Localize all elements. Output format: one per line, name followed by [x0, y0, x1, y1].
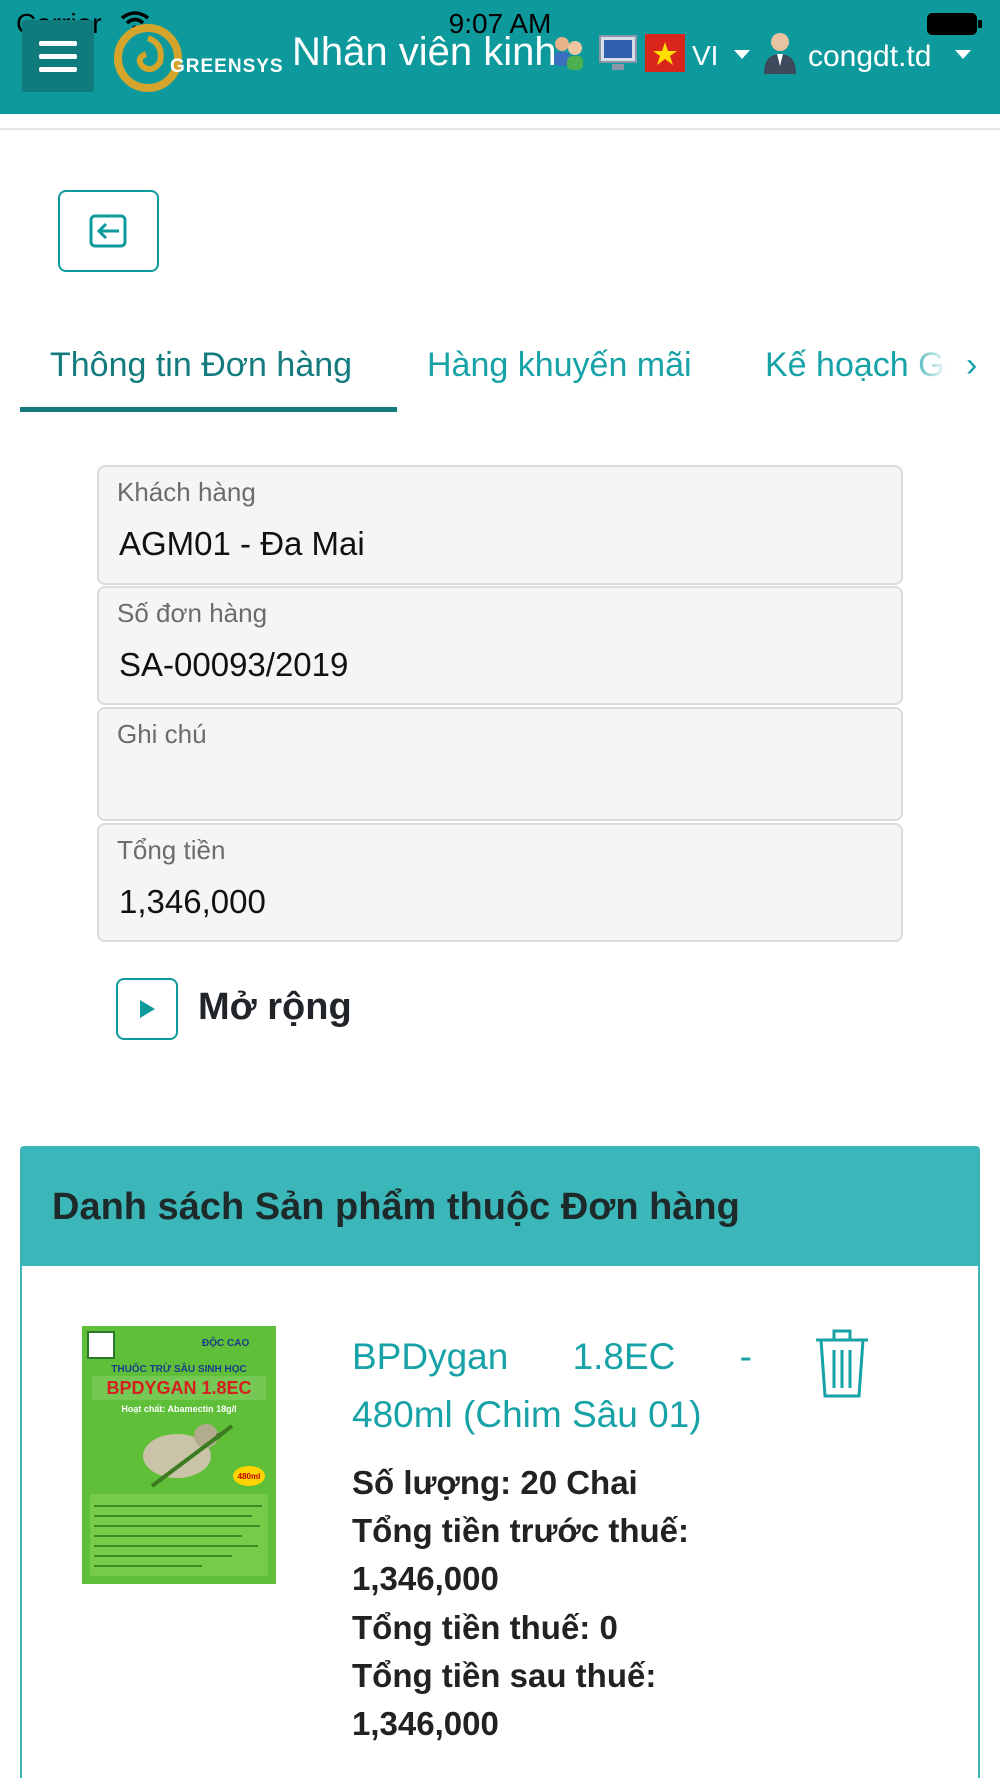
product-name-part-3: - [739, 1336, 752, 1377]
product-list-title: Danh sách Sản phẩm thuộc Đơn hàng [52, 1186, 740, 1228]
product-pretax-label: Tổng tiền trước thuế: [352, 1512, 689, 1549]
product-name-line-2: 480ml (Chim Sâu 01) [352, 1394, 702, 1435]
customer-field[interactable]: Khách hàng AGM01 - Đa Mai [97, 465, 903, 585]
product-quantity: Số lượng: 20 Chai [352, 1464, 638, 1501]
product-tax: Tổng tiền thuế: 0 [352, 1609, 618, 1646]
product-aftertax-value: 1,346,000 [352, 1705, 499, 1742]
back-button[interactable] [58, 190, 159, 272]
product-name[interactable]: BPDygan 1.8EC - 480ml (Chim Sâu 01) [352, 1328, 752, 1444]
total-field[interactable]: Tổng tiền 1,346,000 [97, 823, 903, 942]
product-list-panel: Danh sách Sản phẩm thuộc Đơn hàng ĐỘC CA… [20, 1146, 980, 1778]
monitor-icon[interactable] [598, 34, 638, 74]
battery-icon [927, 13, 982, 35]
image-volume: 480ml [238, 1472, 261, 1481]
tab-fade [906, 330, 966, 390]
username-label[interactable]: congdt.td [808, 40, 931, 74]
product-aftertax-label: Tổng tiền sau thuế: [352, 1657, 657, 1694]
language-label[interactable]: VI [692, 40, 718, 72]
image-ingredient: Hoạt chất: Abamectin 18g/l [121, 1404, 236, 1414]
total-label: Tổng tiền [117, 835, 226, 865]
order-number-label: Số đơn hàng [117, 598, 268, 628]
product-name-part-2: 1.8EC [572, 1336, 676, 1377]
language-caret-icon[interactable] [734, 50, 750, 59]
tab-scroll-right-icon[interactable]: › [966, 346, 977, 385]
expand-button[interactable] [116, 978, 178, 1040]
tab-order-info[interactable]: Thông tin Đơn hàng [50, 346, 352, 385]
order-number-value: SA-00093/2019 [119, 646, 349, 683]
note-field[interactable]: Ghi chú [97, 707, 903, 821]
product-pretax-value: 1,346,000 [352, 1560, 499, 1597]
tab-promotions[interactable]: Hàng khuyến mãi [427, 346, 692, 385]
vietnam-flag-icon[interactable] [645, 34, 685, 72]
order-number-field[interactable]: Số đơn hàng SA-00093/2019 [97, 586, 903, 705]
greensys-logo [114, 24, 182, 92]
customer-value: AGM01 - Đa Mai [119, 525, 365, 562]
image-brand: ĐỘC CAO [202, 1336, 249, 1349]
image-product: BPDYGAN 1.8EC [106, 1378, 251, 1398]
menu-button[interactable] [22, 20, 94, 92]
note-label: Ghi chú [117, 719, 207, 749]
people-icon[interactable] [548, 32, 588, 72]
delete-trash-icon[interactable] [812, 1328, 872, 1400]
header-divider [0, 128, 1000, 130]
play-triangle-icon [140, 1000, 155, 1018]
image-subtitle: THUỐC TRỪ SÂU SINH HỌC [111, 1361, 247, 1375]
active-tab-indicator [20, 407, 397, 412]
app-title: Nhân viên kinh doanh [292, 30, 554, 74]
expand-label[interactable]: Mở rộng [198, 986, 352, 1029]
logo-text: GREENSYS [170, 56, 284, 77]
product-image: ĐỘC CAO THUỐC TRỪ SÂU SINH HỌC BPDYGAN 1… [82, 1326, 276, 1584]
customer-label: Khách hàng [117, 477, 256, 507]
product-list-header: Danh sách Sản phẩm thuộc Đơn hàng [22, 1148, 978, 1266]
app-header: Carrier 9:07 AM GREENSYS Nhân viên kinh … [0, 0, 1000, 114]
user-caret-icon[interactable] [955, 50, 971, 59]
exit-arrow-icon [89, 214, 126, 248]
product-name-part-1: BPDygan [352, 1336, 509, 1377]
total-value: 1,346,000 [119, 883, 266, 920]
user-avatar-icon[interactable] [760, 30, 800, 74]
